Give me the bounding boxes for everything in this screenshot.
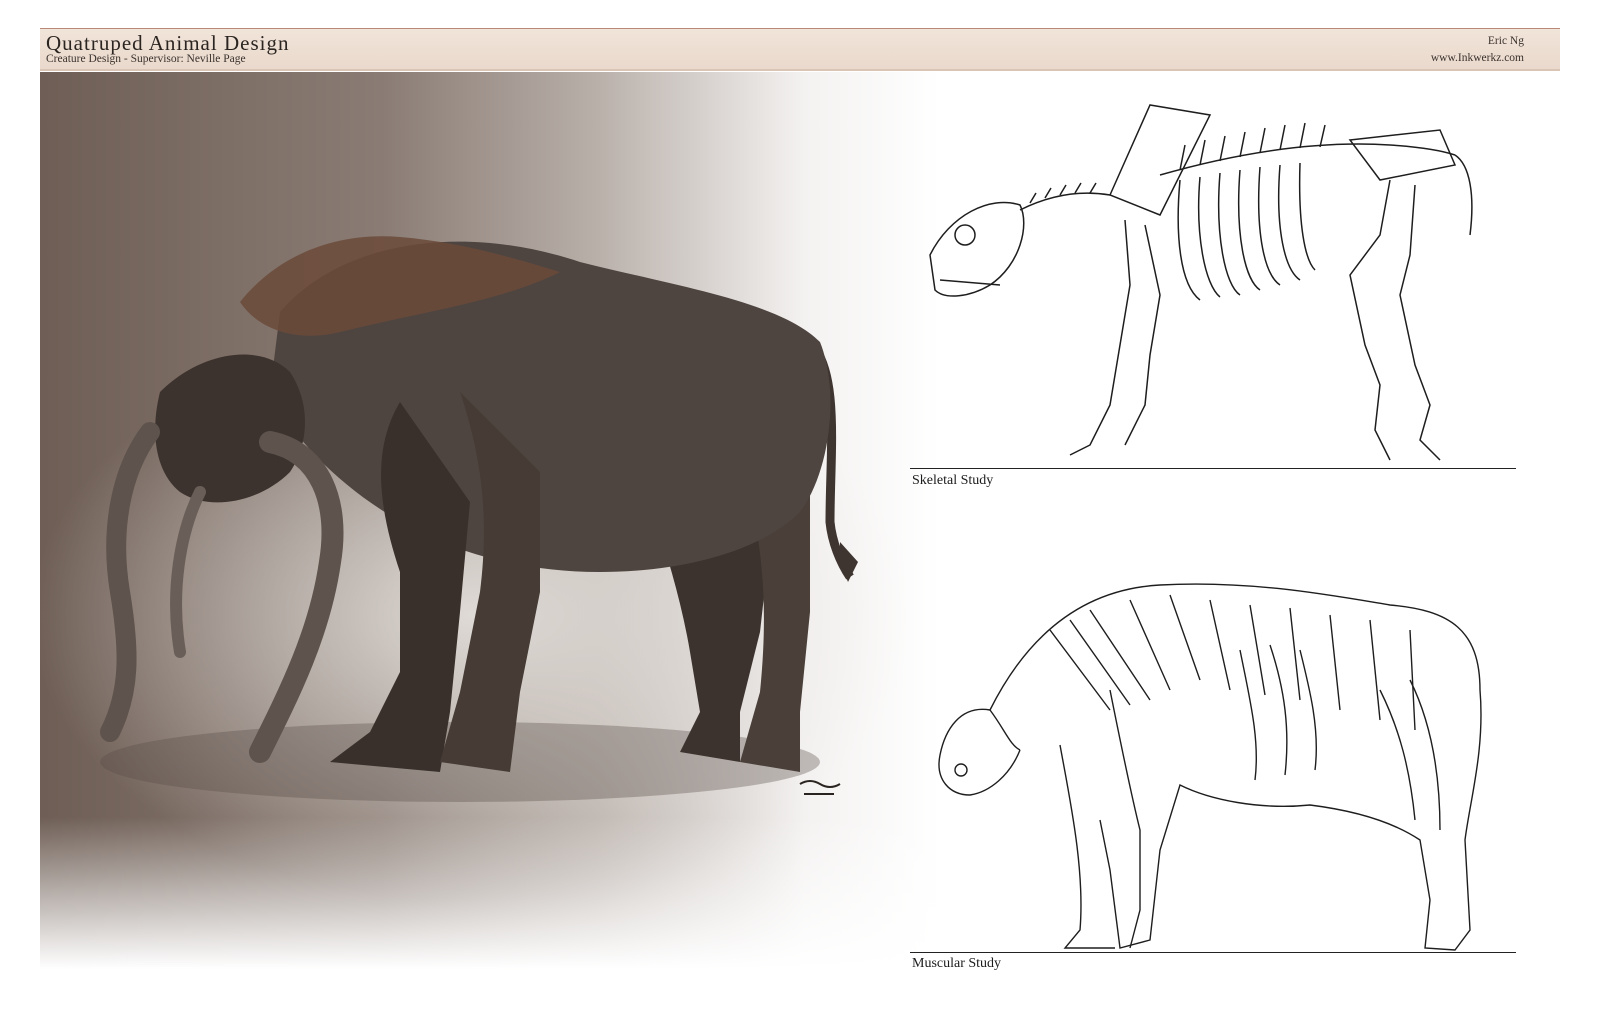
author-name: Eric Ng: [1487, 35, 1524, 47]
skeletal-ground-line: [910, 468, 1516, 469]
creature-illustration: [100, 236, 858, 802]
creature-painting: [40, 72, 940, 977]
title-banner: Quatruped Animal Design Creature Design …: [40, 28, 1560, 71]
page-subtitle: Creature Design - Supervisor: Neville Pa…: [46, 53, 246, 65]
muscular-ground-line: [910, 952, 1516, 953]
author-website: www.Inkwerkz.com: [1430, 52, 1524, 64]
muscular-caption: Muscular Study: [912, 956, 1002, 971]
skeletal-study: [910, 85, 1520, 470]
muscle-drawing: [938, 583, 1482, 951]
skeleton-drawing: [929, 104, 1473, 461]
muscular-study: [910, 570, 1520, 955]
skeletal-caption: Skeletal Study: [912, 473, 994, 488]
